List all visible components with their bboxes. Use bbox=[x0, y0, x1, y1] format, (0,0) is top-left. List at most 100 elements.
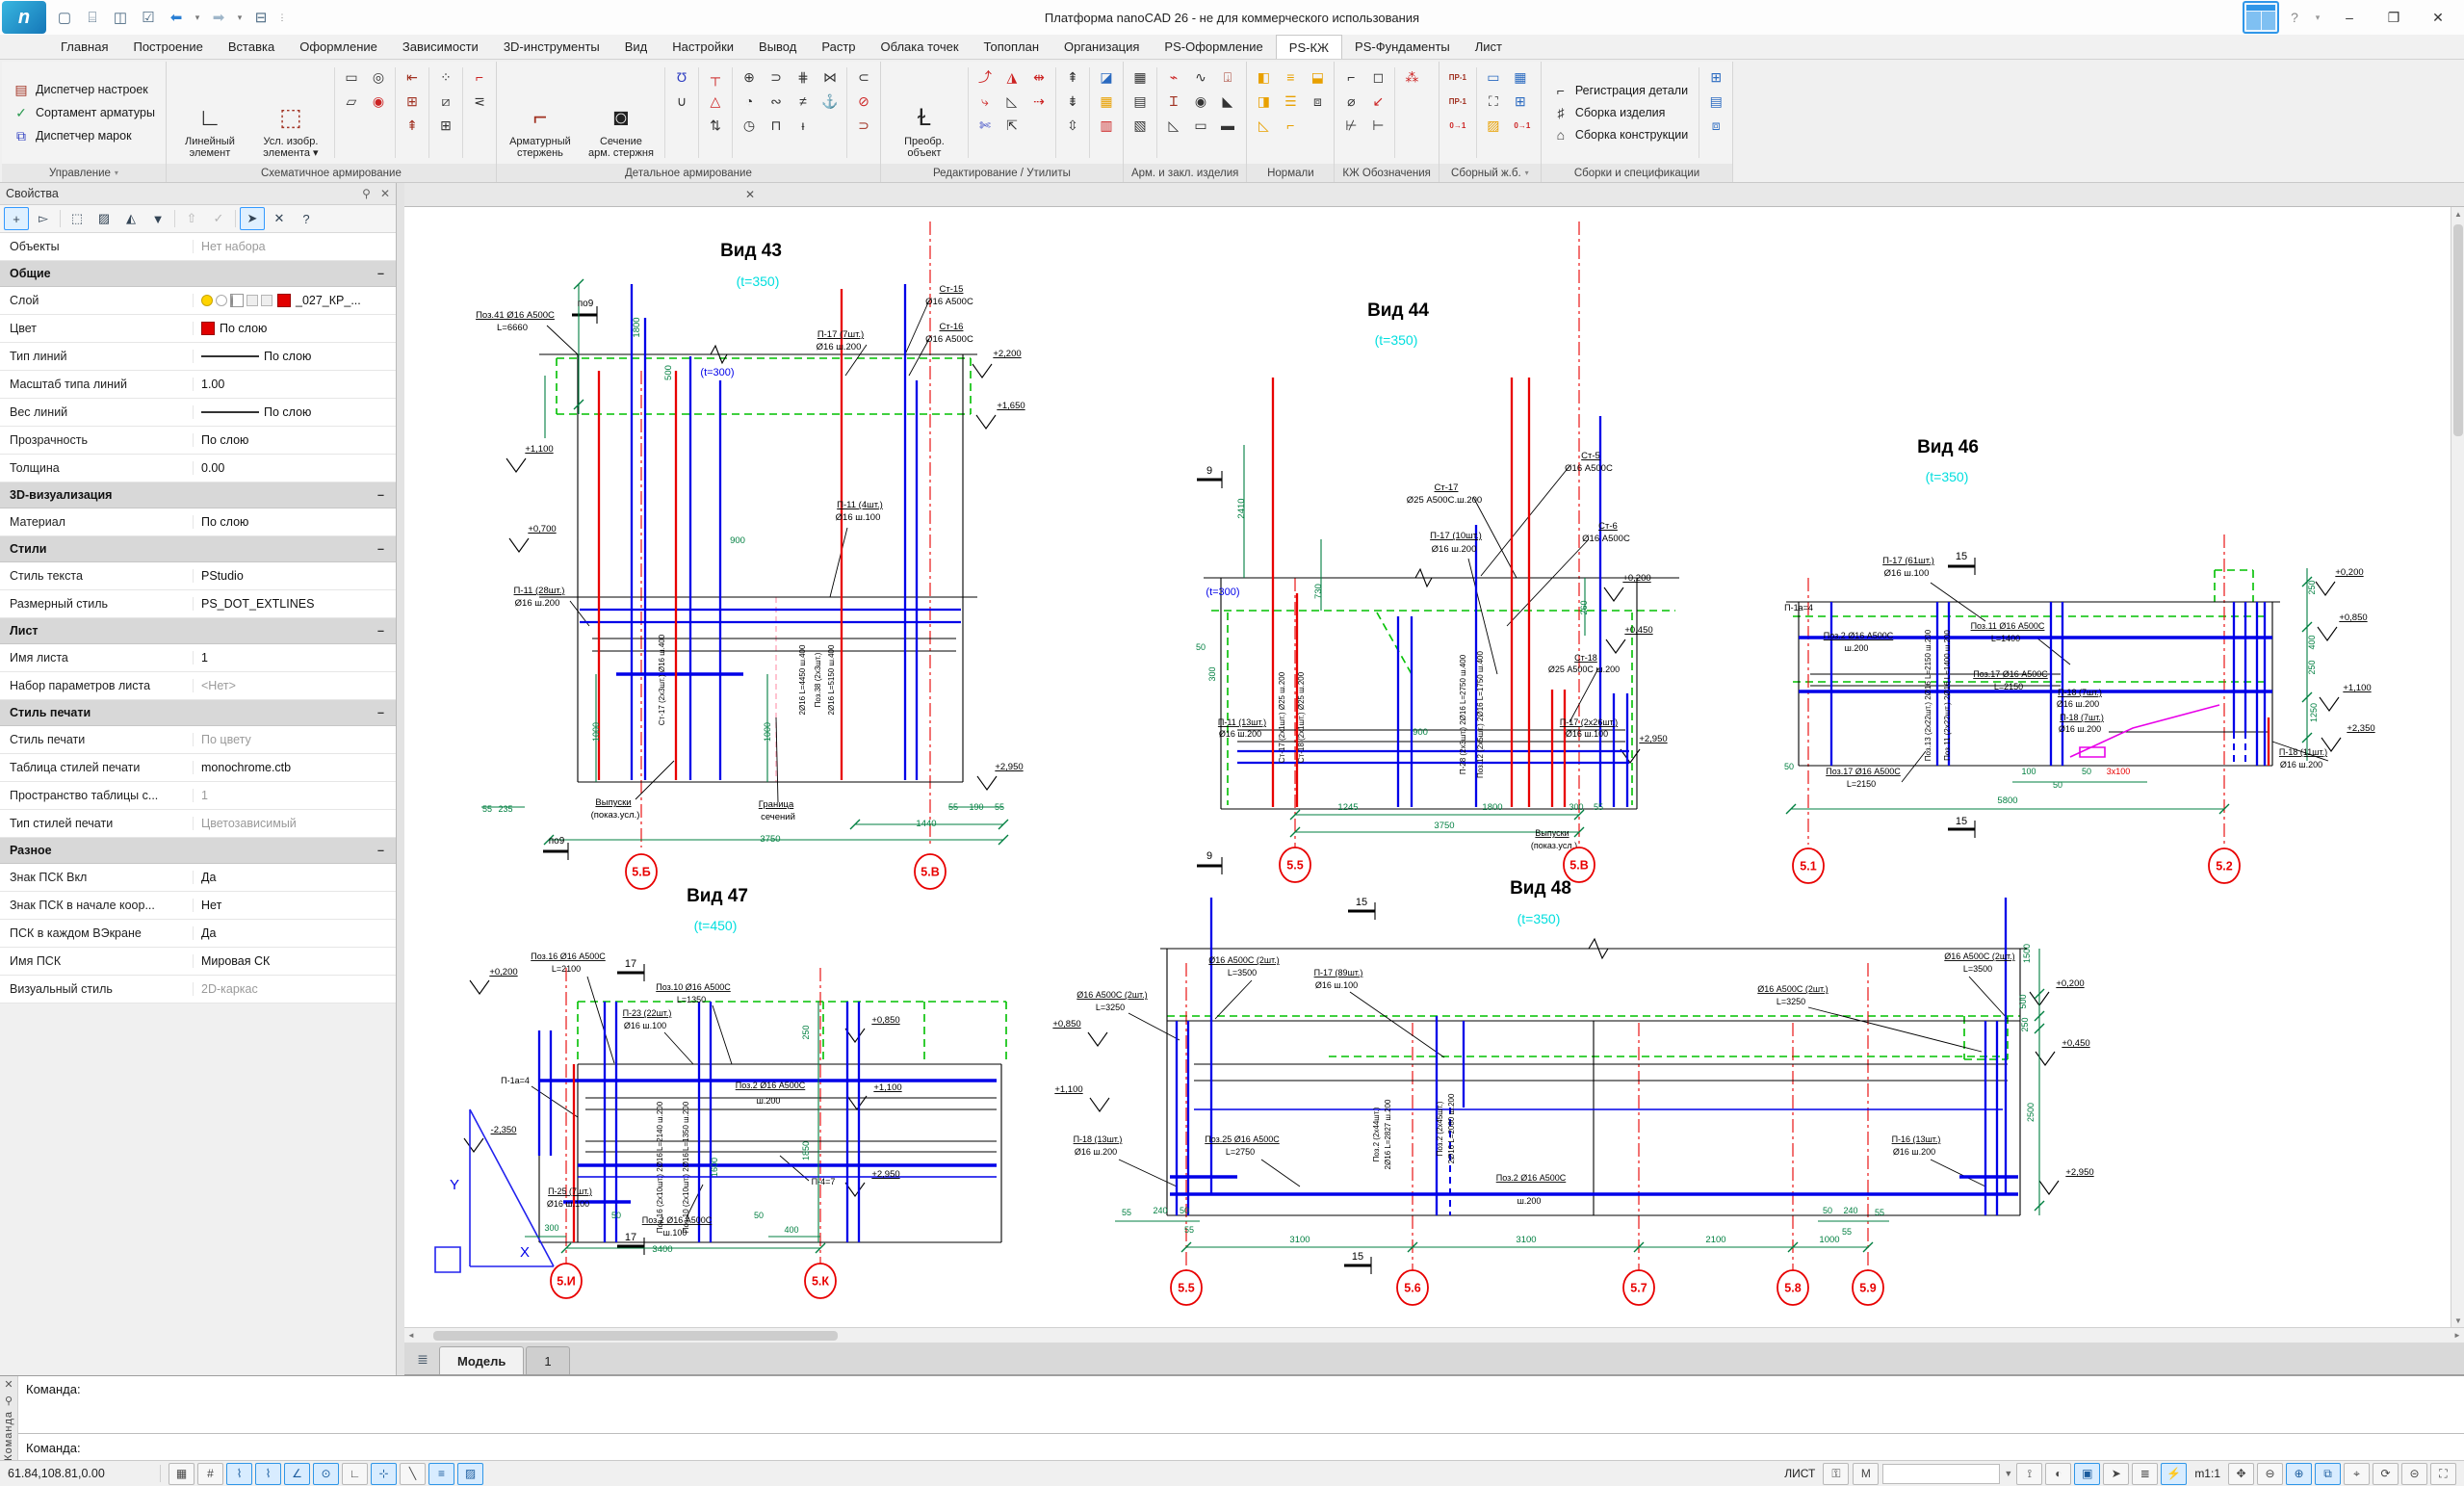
assembly-table-icon[interactable]: ▤ bbox=[1704, 91, 1727, 112]
symbolic-element-button[interactable]: ⬚Усл. изобр. элемента ▾ bbox=[252, 65, 329, 161]
group-mark-icon[interactable]: ⁂ bbox=[1400, 66, 1423, 88]
select-crossing-button[interactable]: ▨ bbox=[91, 207, 117, 230]
ribbon-tab-Облака точек[interactable]: Облака точек bbox=[869, 35, 972, 59]
rebar-section-button[interactable]: ◙Сечение арм. стержня bbox=[583, 65, 660, 161]
convert-object-button[interactable]: ⱢПреобр. объект bbox=[886, 65, 963, 161]
panel-pr1b-icon[interactable]: ПР-1 bbox=[1444, 91, 1471, 112]
open-file-icon[interactable]: ⌸ bbox=[80, 5, 105, 30]
scale-select[interactable] bbox=[1882, 1464, 2000, 1484]
object-snap-toggle[interactable]: ⊹ bbox=[371, 1463, 397, 1485]
group-dropdown-icon[interactable]: ▾ bbox=[115, 169, 118, 177]
double-bar-icon[interactable]: ⇅ bbox=[704, 115, 727, 136]
ribbon-tab-PS-Оформление[interactable]: PS-Оформление bbox=[1152, 35, 1275, 59]
corner-plate-icon[interactable]: ◣ bbox=[1216, 91, 1239, 112]
scroll-up-icon[interactable]: ▲ bbox=[2454, 207, 2462, 221]
flat-plate-icon[interactable]: ▬ bbox=[1216, 115, 1239, 136]
space-mode-label[interactable]: ЛИСТ bbox=[1780, 1467, 1819, 1480]
select-flip-button[interactable]: ◭ bbox=[118, 207, 143, 230]
zoom-in-icon[interactable]: ⊕ bbox=[2286, 1463, 2312, 1485]
help-dropdown-icon[interactable]: ▾ bbox=[2310, 4, 2325, 31]
raise-zone-icon[interactable]: ⇞ bbox=[401, 115, 424, 136]
grid-toggle[interactable]: ▦ bbox=[169, 1463, 195, 1485]
property-row[interactable]: Стиль текстаPStudio bbox=[0, 562, 396, 590]
properties-list-icon[interactable]: ≣ bbox=[2132, 1463, 2158, 1485]
zoom-window-icon[interactable]: ⧉ bbox=[2315, 1463, 2341, 1485]
erase-util-icon[interactable]: ▥ bbox=[1095, 115, 1118, 136]
normal-corner-icon[interactable]: ◺ bbox=[1252, 115, 1275, 136]
section-header-Лист[interactable]: Лист– bbox=[0, 618, 396, 644]
register-part-button[interactable]: ⌐Регистрация детали bbox=[1546, 81, 1694, 100]
lock-ui-icon[interactable]: ⊝ bbox=[2401, 1463, 2427, 1485]
cut-icon[interactable]: ✄ bbox=[973, 115, 997, 136]
property-row[interactable]: ПрозрачностьПо слою bbox=[0, 427, 396, 455]
align-icon[interactable]: ◮ bbox=[1000, 66, 1024, 88]
slope-icon[interactable]: ◺ bbox=[1000, 91, 1024, 112]
anchor-t-icon[interactable]: Ʊ bbox=[670, 66, 693, 88]
opening-icon[interactable]: ⛶ bbox=[1482, 91, 1505, 112]
normal-hook-icon[interactable]: ⌐ bbox=[1279, 115, 1302, 136]
sheet-tab-1[interactable]: 1 bbox=[526, 1346, 569, 1374]
ribbon-tab-Настройки[interactable]: Настройки bbox=[660, 35, 746, 59]
hook-icon[interactable]: ⌐ bbox=[468, 66, 491, 88]
close-button[interactable]: ✕ bbox=[2418, 4, 2458, 31]
save-icon[interactable]: ◫ bbox=[108, 5, 133, 30]
u-bar-icon[interactable]: ∪ bbox=[670, 91, 693, 112]
level-down-icon[interactable]: ⇟ bbox=[1061, 91, 1084, 112]
linear-element-button[interactable]: ∟Линейный элемент bbox=[171, 65, 248, 161]
property-row[interactable]: МатериалПо слою bbox=[0, 508, 396, 536]
help-button[interactable]: ? bbox=[294, 207, 319, 230]
command-close-icon[interactable]: ✕ bbox=[4, 1378, 13, 1391]
slab-icon[interactable]: ▨ bbox=[1482, 115, 1505, 136]
property-row[interactable]: Пространство таблицы с...1 bbox=[0, 782, 396, 810]
level-up-icon[interactable]: ⇞ bbox=[1061, 66, 1084, 88]
sheet-list-icon[interactable]: ≣ bbox=[408, 1346, 437, 1371]
ribbon-tab-PS-КЖ[interactable]: PS-КЖ bbox=[1276, 35, 1342, 59]
ribbon-tab-Организация[interactable]: Организация bbox=[1051, 35, 1152, 59]
rebar-assortment-button[interactable]: ✓Сортамент арматуры bbox=[7, 103, 161, 123]
normal-half-icon[interactable]: ⬓ bbox=[1306, 66, 1329, 88]
section-header-Стиль печати[interactable]: Стиль печати– bbox=[0, 700, 396, 726]
normal-layers-icon[interactable]: ≡ bbox=[1279, 66, 1302, 88]
property-row[interactable]: ЦветПо слою bbox=[0, 315, 396, 343]
fullscreen-icon[interactable]: ⛶ bbox=[2430, 1463, 2456, 1485]
structure-assembly-button[interactable]: ⌂Сборка конструкции bbox=[1546, 125, 1694, 144]
collapse-icon[interactable]: – bbox=[377, 267, 384, 280]
rebar-bar-button[interactable]: ⌐Арматурный стержень bbox=[502, 65, 579, 161]
ribbon-tab-Лист[interactable]: Лист bbox=[1463, 35, 1515, 59]
plus-section-icon[interactable]: ⊕ bbox=[738, 66, 761, 88]
annotation-scale-label[interactable]: m1:1 bbox=[2191, 1467, 2224, 1480]
settings-manager-button[interactable]: ▤Диспетчер настроек bbox=[7, 80, 161, 100]
property-row[interactable]: Имя листа1 bbox=[0, 644, 396, 672]
command-pin-icon[interactable]: ⚲ bbox=[5, 1395, 13, 1407]
embed-round-icon[interactable]: ◉ bbox=[1189, 91, 1212, 112]
layer-bulb-icon[interactable]: ◐ bbox=[2045, 1463, 2071, 1485]
zoom-out-icon[interactable]: ⊖ bbox=[2257, 1463, 2283, 1485]
property-row[interactable]: Знак ПСК ВклДа bbox=[0, 864, 396, 892]
lock-icon[interactable]: ⚿ bbox=[1823, 1463, 1849, 1485]
frame-mark-icon[interactable]: ◻ bbox=[1366, 66, 1389, 88]
collapse-icon[interactable]: – bbox=[377, 488, 384, 502]
move-up-icon[interactable]: ⤴ bbox=[973, 66, 997, 88]
scroll-down-icon[interactable]: ▼ bbox=[2454, 1314, 2462, 1327]
no-bar-icon[interactable]: ⊘ bbox=[852, 91, 875, 112]
ribbon-tab-Вставка[interactable]: Вставка bbox=[216, 35, 287, 59]
snap-toggle[interactable]: # bbox=[197, 1463, 223, 1485]
rect-contour-icon[interactable]: ▭ bbox=[340, 66, 363, 88]
nanocad-logo[interactable]: n bbox=[2, 1, 46, 34]
collapse-icon[interactable]: – bbox=[377, 624, 384, 638]
osnap-magnet-toggle[interactable]: ⌇ bbox=[226, 1463, 252, 1485]
collapse-icon[interactable]: – bbox=[377, 542, 384, 556]
redo-dropdown-icon[interactable]: ▾ bbox=[234, 5, 246, 30]
sheet-tab-Модель[interactable]: Модель bbox=[439, 1346, 524, 1374]
normal-left-icon[interactable]: ◧ bbox=[1252, 66, 1275, 88]
mark-leader-icon[interactable]: ⌐ bbox=[1339, 66, 1362, 88]
spec-table-icon[interactable]: ⊞ bbox=[1509, 91, 1532, 112]
qat-more-icon[interactable]: ⋮ bbox=[276, 5, 288, 30]
add-to-selection-button[interactable]: + bbox=[4, 207, 29, 230]
ribbon-tab-Вид[interactable]: Вид bbox=[612, 35, 661, 59]
scroll-left-icon[interactable]: ◄ bbox=[404, 1331, 418, 1340]
model-space-icon[interactable]: M bbox=[1853, 1463, 1879, 1485]
select-window-button[interactable]: ⬚ bbox=[65, 207, 90, 230]
wave-bar-icon[interactable]: ∿ bbox=[1189, 66, 1212, 88]
section-header-3D-визуализация[interactable]: 3D-визуализация– bbox=[0, 482, 396, 508]
